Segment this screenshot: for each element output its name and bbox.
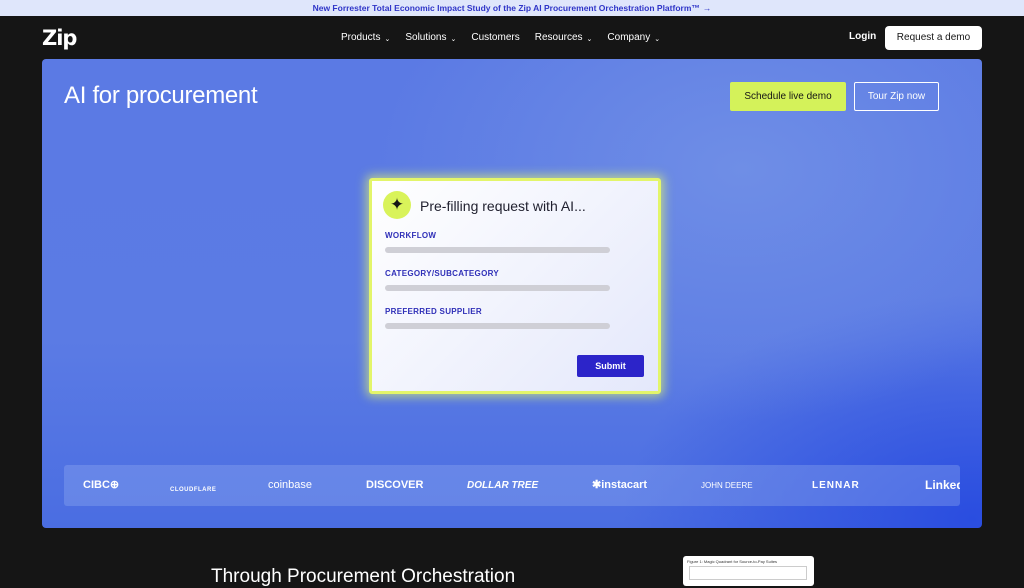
workflow-label: WORKFLOW	[385, 231, 437, 240]
lennar-logo: LENNAR	[812, 480, 860, 491]
discover-logo: DISCOVER	[366, 479, 424, 491]
coinbase-logo: coinbase	[268, 479, 313, 491]
arrow-right-icon: →	[702, 3, 712, 13]
sparkle-icon: ✦	[383, 191, 411, 219]
tour-zip-button[interactable]: Tour Zip now	[854, 82, 939, 111]
john-deere-logo: JOHN DEERE	[701, 481, 753, 490]
report-chart-preview	[689, 566, 807, 580]
category-label: CATEGORY/SUBCATEGORY	[385, 269, 500, 278]
nav-item-label: Solutions	[405, 32, 447, 43]
linkedin-logo: Linked	[925, 478, 960, 492]
nav-item-resources[interactable]: Resources ⌄	[535, 32, 593, 43]
nav-item-customers[interactable]: Customers	[471, 32, 519, 43]
section-heading: Through Procurement Orchestration	[211, 566, 516, 587]
announcement-banner[interactable]: New Forrester Total Economic Impact Stud…	[0, 0, 1024, 16]
chevron-down-icon: ⌄	[654, 35, 661, 43]
card-title: Pre-filling request with AI...	[420, 198, 586, 214]
cloudflare-logo: CLOUDFLARE	[170, 487, 217, 493]
main-menu: Products ⌄ Solutions ⌄ Customers Resources…	[341, 16, 675, 59]
hero-title: AI for procurement	[64, 82, 258, 109]
schedule-demo-button[interactable]: Schedule live demo	[730, 82, 846, 111]
hero-section: AI for procurement Schedule live demo To…	[42, 59, 982, 528]
cibc-logo: CIBC⊕	[83, 479, 120, 491]
request-demo-button[interactable]: Request a demo	[885, 26, 982, 50]
top-nav: Zip Products ⌄ Solutions ⌄ Customers Resou…	[0, 16, 1024, 59]
nav-item-label: Customers	[471, 32, 520, 43]
announcement-text[interactable]: New Forrester Total Economic Impact Stud…	[313, 3, 700, 13]
workflow-field[interactable]	[385, 247, 610, 253]
supplier-label: PREFERRED SUPPLIER	[385, 307, 482, 316]
report-caption: Figure 1: Magic Quadrant for Source-to-P…	[687, 559, 778, 564]
nav-item-company[interactable]: Company ⌄	[607, 32, 660, 43]
instacart-logo: ✱instacart	[592, 479, 648, 491]
nav-item-label: Company	[607, 32, 651, 43]
customer-logo-strip: CIBC⊕ CLOUDFLARE coinbase DISCOVER DOLLA…	[64, 465, 960, 506]
chevron-down-icon: ⌄	[586, 35, 593, 43]
chevron-down-icon: ⌄	[450, 35, 457, 43]
nav-item-solutions[interactable]: Solutions ⌄	[405, 32, 456, 43]
nav-item-products[interactable]: Products ⌄	[341, 32, 390, 43]
category-field[interactable]	[385, 285, 610, 291]
dollar-tree-logo: DOLLAR TREE	[467, 480, 539, 491]
nav-item-label: Resources	[534, 32, 583, 43]
ai-request-card: ✦ Pre-filling request with AI... WORKFLO…	[369, 178, 661, 394]
chevron-down-icon: ⌄	[384, 35, 391, 43]
nav-item-label: Products	[341, 32, 381, 43]
submit-button[interactable]: Submit	[577, 355, 644, 377]
zip-logo[interactable]: Zip	[42, 26, 77, 50]
report-thumbnail[interactable]: Figure 1: Magic Quadrant for Source-to-P…	[683, 556, 814, 586]
supplier-field[interactable]	[385, 323, 610, 329]
login-link[interactable]: Login	[849, 31, 876, 42]
